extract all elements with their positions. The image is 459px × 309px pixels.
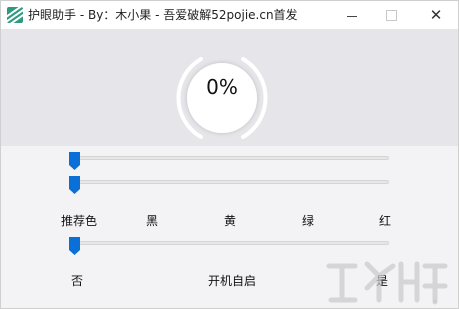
watermark-logo [326, 261, 448, 305]
maximize-button[interactable] [371, 1, 411, 29]
slider-track [69, 156, 389, 160]
minimize-icon [347, 15, 357, 17]
autostart-title: 开机自启 [208, 274, 257, 288]
close-icon: ✕ [429, 5, 443, 24]
maximize-icon [385, 9, 397, 21]
color-label-recommended: 推荐色 [61, 214, 98, 228]
color-label-black: 黑 [146, 214, 159, 228]
app-icon [7, 7, 23, 23]
slider-top[interactable] [69, 152, 394, 170]
slider-track [69, 180, 389, 184]
percent-text: 0% [206, 75, 238, 99]
slider-autostart[interactable] [69, 237, 394, 255]
slider-thumb[interactable] [69, 237, 80, 255]
color-label-yellow: 黄 [224, 214, 237, 228]
window-title: 护眼助手 - By：木小果 - 吾爱破解52pojie.cn首发 [28, 8, 298, 22]
title-bar[interactable]: 护眼助手 - By：木小果 - 吾爱破解52pojie.cn首发 ✕ [1, 1, 458, 29]
minimize-button[interactable] [332, 1, 372, 29]
slider-track [69, 241, 389, 245]
color-label-red: 红 [379, 214, 392, 228]
app-window: 护眼助手 - By：木小果 - 吾爱破解52pojie.cn首发 ✕ 0% 推荐… [0, 0, 459, 309]
slider-thumb[interactable] [69, 176, 80, 194]
color-label-green: 绿 [302, 214, 315, 228]
slider-thumb[interactable] [69, 152, 80, 170]
close-button[interactable]: ✕ [416, 1, 456, 29]
slider-color[interactable] [69, 176, 394, 194]
autostart-no-label: 否 [71, 274, 84, 288]
